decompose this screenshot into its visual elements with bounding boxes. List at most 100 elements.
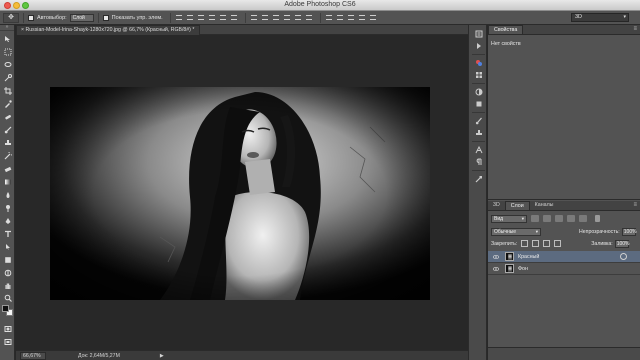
visibility-eye-icon[interactable]: [491, 254, 500, 259]
clone-source-panel-icon[interactable]: [473, 128, 484, 138]
align-right-icon[interactable]: [230, 14, 239, 22]
paragraph-panel-icon[interactable]: [473, 157, 484, 167]
filter-pixel-layers-icon[interactable]: [531, 215, 539, 222]
foreground-color-swatch[interactable]: [2, 305, 9, 312]
quick-selection-tool-icon[interactable]: [2, 73, 13, 83]
filter-smart-objects-icon[interactable]: [579, 215, 587, 222]
zoom-tool-icon[interactable]: [2, 293, 13, 303]
tab-channels[interactable]: Каналы: [530, 201, 559, 210]
tab-3d[interactable]: 3D: [488, 201, 505, 210]
move-tool-icon[interactable]: ✥: [3, 12, 19, 23]
workspace-select[interactable]: 3D ▾: [571, 13, 629, 22]
document-tab[interactable]: × Russian-Model-Irina-Shayk-1280x720.jpg…: [16, 25, 200, 35]
blur-tool-icon[interactable]: [2, 190, 13, 200]
brush-tool-icon[interactable]: [2, 125, 13, 135]
eyedropper-tool-icon[interactable]: [2, 99, 13, 109]
panel-menu-icon[interactable]: ≡: [633, 26, 637, 32]
distribute-left-icon[interactable]: [283, 14, 292, 22]
dodge-tool-icon[interactable]: [2, 203, 13, 213]
distribute-right-icon[interactable]: [305, 14, 314, 22]
character-panel-icon[interactable]: [473, 145, 484, 155]
layer-thumbnail: [505, 252, 514, 261]
filter-toggle-icon[interactable]: [595, 215, 600, 222]
auto-select-label: Автовыбор:: [37, 14, 67, 21]
move-tool-icon[interactable]: [2, 34, 13, 44]
zoom-level-field[interactable]: 66,67%: [20, 351, 46, 360]
lock-all-icon[interactable]: [554, 240, 562, 247]
tab-properties[interactable]: Свойства: [488, 25, 524, 34]
crop-tool-icon[interactable]: [2, 86, 13, 96]
healing-brush-tool-icon[interactable]: [2, 112, 13, 122]
3d-scale-icon[interactable]: [369, 14, 378, 22]
tool-presets-panel-icon[interactable]: [473, 174, 484, 184]
filter-shape-layers-icon[interactable]: [567, 215, 575, 222]
panel-collapse-icon[interactable]: »: [0, 25, 14, 31]
align-bottom-icon[interactable]: [197, 14, 206, 22]
blend-mode-select[interactable]: Обычные ▾: [491, 227, 541, 236]
auto-select-checkbox[interactable]: [28, 14, 34, 21]
layer-filter-kind-select[interactable]: Вид ▾: [491, 214, 527, 223]
filter-type-layers-icon[interactable]: [555, 215, 563, 222]
color-panel-icon[interactable]: [473, 58, 484, 68]
divider: [23, 12, 24, 23]
type-tool-icon[interactable]: [2, 229, 13, 239]
show-transform-controls-checkbox[interactable]: [102, 14, 109, 21]
layer-filter-kind-value: Вид: [494, 215, 504, 222]
3d-rotate-icon[interactable]: [325, 14, 334, 22]
layer-row[interactable]: Фон: [488, 263, 640, 275]
fill-field[interactable]: 100%: [614, 239, 630, 248]
panel-dock: [468, 25, 487, 360]
distribute-bottom-icon[interactable]: [272, 14, 281, 22]
divider: [472, 83, 485, 84]
quick-mask-icon[interactable]: [2, 324, 13, 334]
3d-slide-icon[interactable]: [358, 14, 367, 22]
path-selection-tool-icon[interactable]: [2, 242, 13, 252]
chevron-down-icon: ▾: [623, 14, 626, 20]
3d-pan-icon[interactable]: [347, 14, 356, 22]
auto-select-dropdown[interactable]: Слой: [69, 13, 94, 22]
distribute-top-icon[interactable]: [250, 14, 259, 22]
status-menu-arrow-icon[interactable]: ▶: [160, 353, 164, 359]
gradient-tool-icon[interactable]: [2, 177, 13, 187]
lock-image-pixels-icon[interactable]: [532, 240, 540, 247]
lock-transparent-pixels-icon[interactable]: [521, 240, 529, 247]
fill-label: Заливка:: [591, 240, 613, 247]
blend-row: Обычные ▾ Непрозрачность: 100%: [488, 226, 640, 237]
align-top-icon[interactable]: [175, 14, 184, 22]
actions-panel-icon[interactable]: [473, 41, 484, 51]
align-left-icon[interactable]: [208, 14, 217, 22]
distribute-hcenter-icon[interactable]: [294, 14, 303, 22]
visibility-eye-icon[interactable]: [491, 266, 500, 271]
document-image[interactable]: [50, 87, 430, 300]
lock-position-icon[interactable]: [543, 240, 551, 247]
filter-adjustment-layers-icon[interactable]: [543, 215, 551, 222]
eraser-tool-icon[interactable]: [2, 164, 13, 174]
hand-tool-icon[interactable]: [2, 281, 13, 291]
layer-row[interactable]: Красный: [488, 251, 640, 263]
align-vertical-center-icon[interactable]: [186, 14, 195, 22]
divider: [472, 170, 485, 171]
screen-mode-icon[interactable]: [2, 337, 13, 347]
brush-panel-icon[interactable]: [473, 116, 484, 126]
layer-effects-icon[interactable]: [620, 253, 627, 260]
tab-layers[interactable]: Слои: [504, 201, 530, 210]
history-panel-icon[interactable]: [473, 29, 484, 39]
3d-object-rotate-icon[interactable]: [2, 268, 13, 278]
layer-name: Фон: [518, 265, 528, 272]
styles-panel-icon[interactable]: [473, 99, 484, 109]
3d-roll-icon[interactable]: [336, 14, 345, 22]
distribute-center-icon[interactable]: [261, 14, 270, 22]
adjustments-panel-icon[interactable]: [473, 87, 484, 97]
history-brush-tool-icon[interactable]: [2, 151, 13, 161]
panel-menu-icon[interactable]: ≡: [633, 202, 637, 208]
pen-tool-icon[interactable]: [2, 216, 13, 226]
swatches-panel-icon[interactable]: [473, 70, 484, 80]
tools-panel: »: [0, 25, 15, 360]
divider: [472, 54, 485, 55]
opacity-field[interactable]: 100%: [621, 227, 637, 236]
marquee-tool-icon[interactable]: [2, 47, 13, 57]
clone-stamp-tool-icon[interactable]: [2, 138, 13, 148]
lasso-tool-icon[interactable]: [2, 60, 13, 70]
shape-tool-icon[interactable]: [2, 255, 13, 265]
align-horizontal-center-icon[interactable]: [219, 14, 228, 22]
